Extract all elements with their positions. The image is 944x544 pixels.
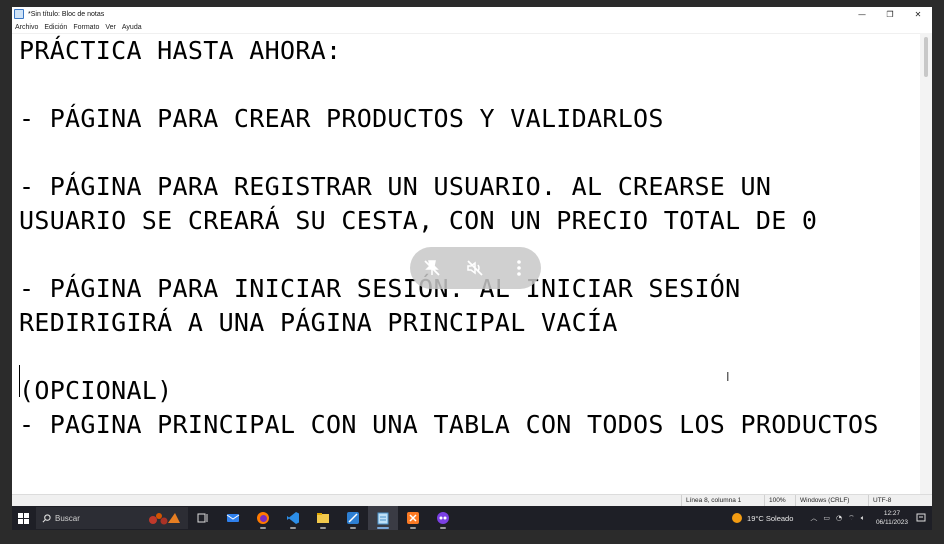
weather-widget[interactable]: 19°C Soleado: [731, 512, 793, 524]
vscode-icon[interactable]: [278, 506, 308, 530]
floating-control-pill: [410, 247, 541, 289]
menu-edicion[interactable]: Edición: [44, 24, 67, 31]
cursor-position: Línea 8, columna 1: [681, 495, 764, 506]
zoom-level: 100%: [764, 495, 795, 506]
file-explorer-icon[interactable]: [308, 506, 338, 530]
mouse-ibeam-cursor-icon: I: [726, 370, 730, 384]
taskbar: Buscar 19°C Soleado ︿ ▭ ◔ ⌔ 🔈︎ 12:27 06/…: [12, 506, 932, 530]
firefox-icon[interactable]: [248, 506, 278, 530]
editor-line: - PÁGINA PARA INICIAR SESIÓN. AL INICIAR…: [19, 274, 741, 303]
wifi-icon[interactable]: ⌔: [848, 514, 855, 523]
notifications-icon[interactable]: [914, 513, 928, 523]
close-button[interactable]: ✕: [904, 7, 932, 21]
chevron-up-icon[interactable]: ︿: [810, 513, 817, 523]
editor-line: - PÁGINA PARA REGISTRAR UN USUARIO. AL C…: [19, 172, 772, 201]
app-icon[interactable]: [428, 506, 458, 530]
more-options-icon[interactable]: [505, 254, 533, 282]
taskbar-search[interactable]: Buscar: [36, 507, 188, 529]
line-endings: Windows (CRLF): [795, 495, 864, 506]
search-icon: [42, 513, 51, 522]
encoding: UTF-8: [868, 495, 929, 506]
menu-ayuda[interactable]: Ayuda: [122, 24, 142, 31]
network-icon[interactable]: ◔: [836, 514, 842, 522]
vertical-scrollbar[interactable]: [920, 33, 932, 494]
menu-ver[interactable]: Ver: [105, 24, 116, 31]
title-bar[interactable]: *Sin título: Bloc de notas — ❐ ✕: [12, 7, 932, 21]
system-tray: ︿ ▭ ◔ ⌔ 🔈︎: [807, 513, 868, 523]
text-caret: [19, 365, 20, 397]
menu-archivo[interactable]: Archivo: [15, 24, 38, 31]
search-placeholder: Buscar: [55, 513, 80, 523]
clock[interactable]: 12:27 06/11/2023: [876, 509, 908, 527]
search-highlight-icon: [149, 513, 180, 525]
volume-icon[interactable]: 🔈︎: [861, 514, 865, 523]
status-bar: Línea 8, columna 1 100% Windows (CRLF) U…: [12, 494, 932, 506]
xampp-icon[interactable]: [398, 506, 428, 530]
window-title: *Sin título: Bloc de notas: [28, 10, 105, 18]
editor-line: PRÁCTICA HASTA AHORA:: [19, 36, 342, 65]
notepad-taskbar-icon[interactable]: [368, 506, 398, 530]
scrollbar-thumb[interactable]: [924, 37, 928, 77]
editor-line: (OPCIONAL): [19, 376, 173, 405]
minimize-button[interactable]: —: [848, 7, 876, 21]
editor-line: USUARIO SE CREARÁ SU CESTA, CON UN PRECI…: [19, 206, 818, 235]
maximize-button[interactable]: ❐: [876, 7, 904, 21]
battery-icon[interactable]: ▭: [823, 514, 830, 522]
menu-bar: Archivo Edición Formato Ver Ayuda: [12, 21, 932, 33]
editor-line: - PÁGINA PARA CREAR PRODUCTOS Y VALIDARL…: [19, 104, 664, 133]
editor-line: - PAGINA PRINCIPAL CON UNA TABLA CON TOD…: [19, 410, 879, 439]
mute-icon[interactable]: [461, 254, 489, 282]
task-view-icon[interactable]: [188, 506, 218, 530]
snipping-tool-icon[interactable]: [338, 506, 368, 530]
notepad-icon: [14, 9, 24, 19]
mail-icon[interactable]: [218, 506, 248, 530]
sun-icon: [732, 513, 743, 523]
editor-line: REDIRIGIRÁ A UNA PÁGINA PRINCIPAL VACÍA: [19, 308, 618, 337]
weather-text: 19°C Soleado: [747, 513, 794, 523]
clock-date: 06/11/2023: [875, 519, 908, 526]
windows-start-button[interactable]: [12, 506, 34, 530]
menu-formato[interactable]: Formato: [73, 24, 99, 31]
pin-off-icon[interactable]: [418, 254, 446, 282]
clock-time: 12:27: [883, 510, 901, 517]
